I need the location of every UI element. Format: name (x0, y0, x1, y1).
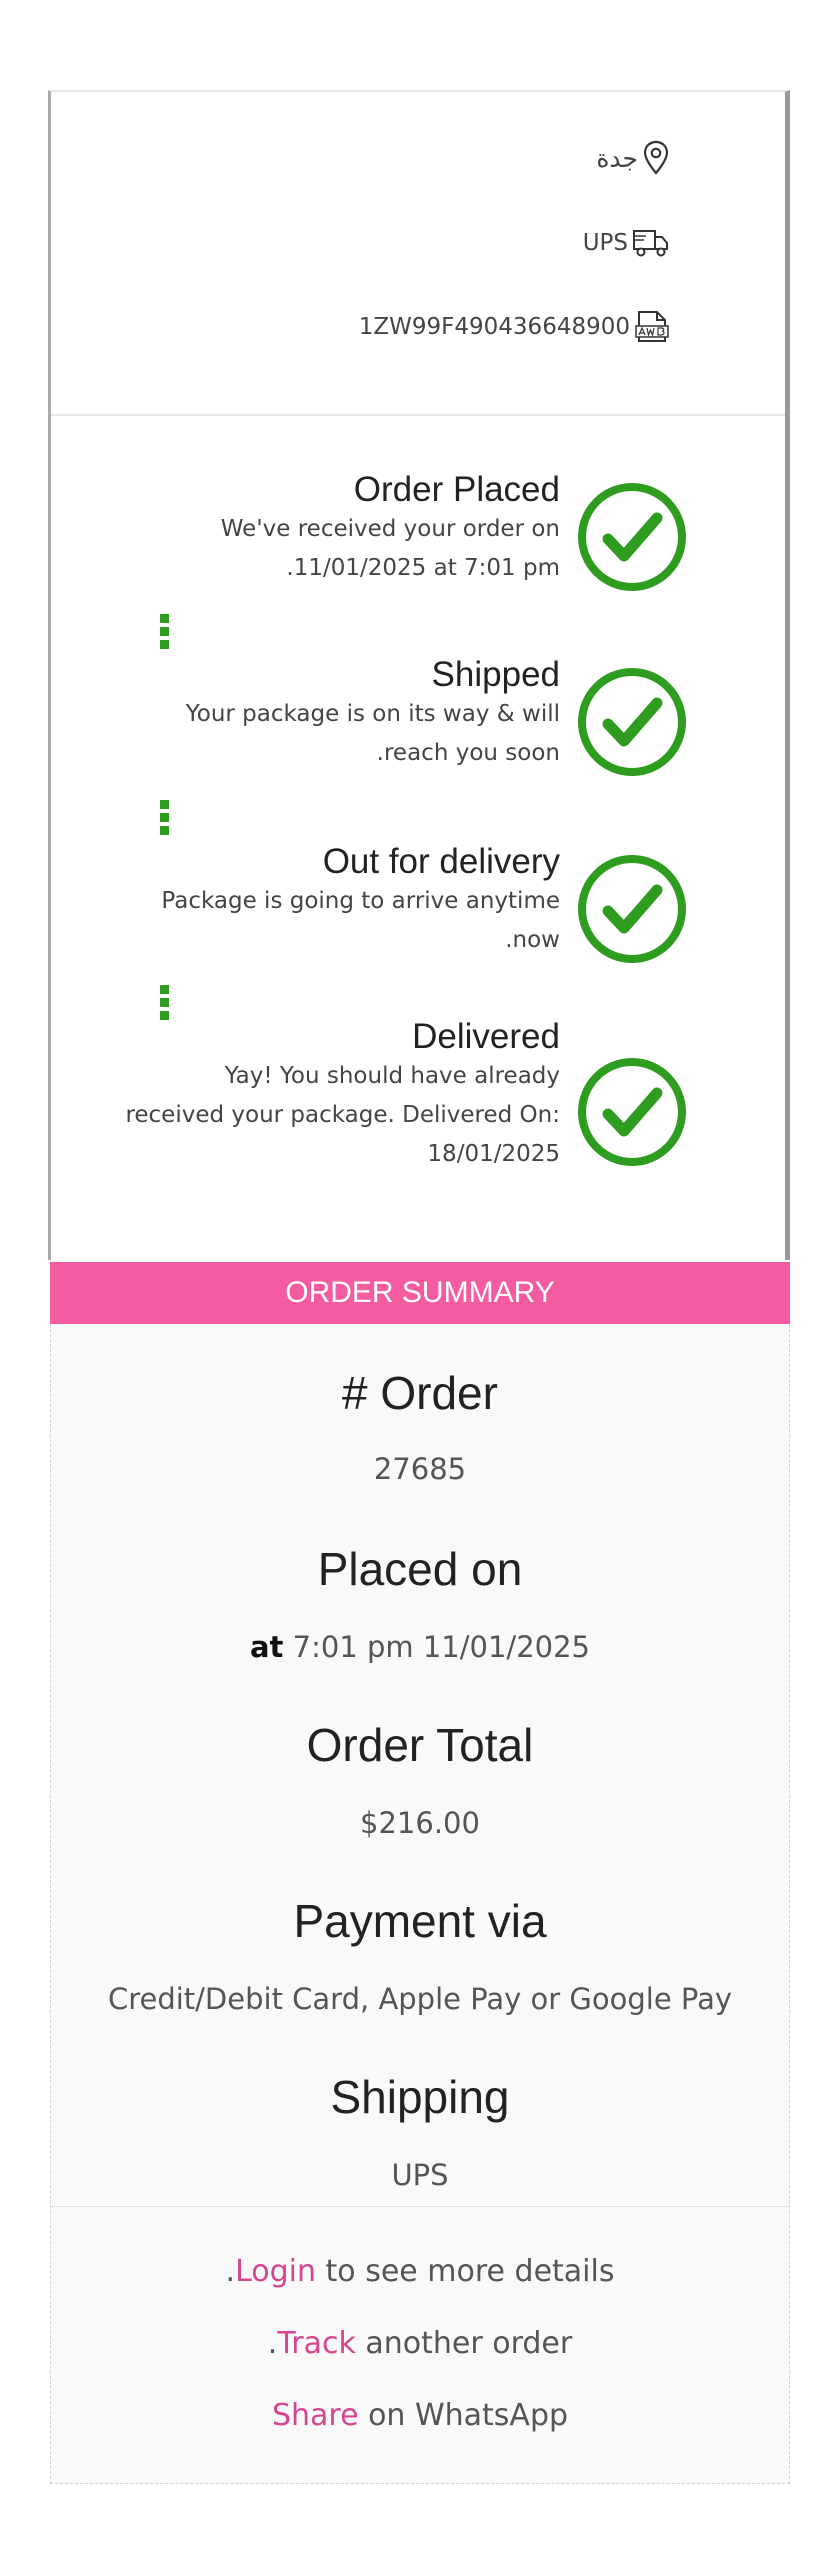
tracking-number-text[interactable]: 1ZW99F490436648900 (359, 314, 630, 340)
tracking-card: جدة UPS 1ZW99F490436648900 Order Placed … (48, 90, 790, 1260)
step-description: We've received your order on .11/01/2025 … (220, 516, 560, 581)
shipping-value: UPS (391, 2158, 449, 2192)
step-description: Yay! You should have already received you… (125, 1063, 560, 1167)
login-line: .Login to see more details (225, 2254, 615, 2289)
login-link[interactable]: Login (235, 2254, 316, 2289)
share-whatsapp-link[interactable]: Share (272, 2398, 359, 2433)
step-title: Order Placed (353, 470, 560, 509)
step-text: Out for delivery Package is going to arr… (140, 842, 560, 960)
check-circle-icon (578, 668, 686, 776)
tracking-number-row: 1ZW99F490436648900 (359, 310, 670, 344)
track-line: .Track another order (267, 2326, 573, 2361)
city-text: جدة (596, 143, 638, 173)
check-circle-icon (578, 855, 686, 963)
placed-datetime: 7:01 pm 11/01/2025 (292, 1630, 591, 1664)
payment-label: Payment via (293, 1895, 547, 1947)
step-title: Out for delivery (322, 842, 560, 881)
map-pin-icon (642, 140, 670, 176)
share-text: on WhatsApp (368, 2398, 569, 2433)
check-circle-icon (578, 1058, 686, 1166)
shipping-label: Shipping (330, 2071, 510, 2123)
step-description: Package is going to arrive anytime .now (161, 888, 560, 953)
document-awb-icon (634, 310, 670, 344)
order-summary-panel: # Order 27685 Placed on at 7:01 pm 11/01… (50, 1324, 790, 2484)
order-number-value: 27685 (373, 1452, 467, 1486)
order-number-label: # Order (342, 1367, 498, 1419)
step-text: Delivered Yay! You should have already re… (90, 1017, 560, 1174)
divider (51, 414, 785, 416)
step-text: Order Placed We've received your order o… (200, 470, 560, 588)
step-connector (160, 800, 170, 839)
check-circle-icon (578, 483, 686, 591)
city-row: جدة (596, 140, 670, 176)
placed-at-word: at (249, 1630, 284, 1664)
step-title: Delivered (412, 1017, 560, 1056)
share-line: Share on WhatsApp (51, 2398, 789, 2433)
placed-on-label: Placed on (317, 1543, 523, 1595)
order-summary-header: ORDER SUMMARY (50, 1262, 790, 1324)
order-total-value: $216.00 (360, 1806, 480, 1840)
truck-icon (632, 228, 670, 258)
step-title: Shipped (431, 655, 560, 694)
placed-on-value: at 7:01 pm 11/01/2025 (51, 1630, 789, 1664)
track-text: another order (365, 2326, 573, 2361)
carrier-row: UPS (583, 228, 670, 258)
divider (51, 2206, 789, 2207)
step-text: Shipped Your package is on its way & wil… (160, 655, 560, 773)
track-link[interactable]: Track (277, 2326, 356, 2361)
carrier-text: UPS (582, 230, 628, 256)
payment-value: Credit/Debit Card, Apple Pay or Google P… (107, 1982, 733, 2016)
step-connector (160, 614, 170, 653)
step-description: Your package is on its way & will .reach … (185, 701, 560, 766)
login-text: to see more details (325, 2254, 615, 2289)
order-total-label: Order Total (306, 1719, 534, 1771)
